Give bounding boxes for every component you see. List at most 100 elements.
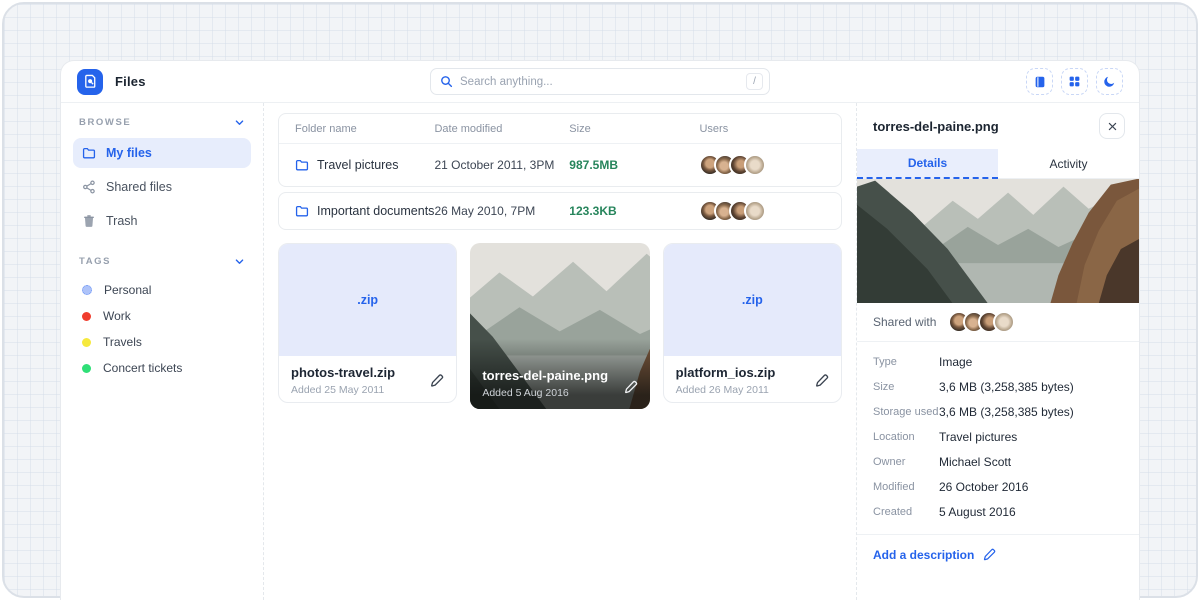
file-details-fields: Type Image Size 3,6 MB (3,258,385 bytes)… xyxy=(857,342,1139,535)
field-value: Travel pictures xyxy=(939,430,1017,444)
main-content: Folder name Date modified Size Users Tra… xyxy=(264,103,856,600)
file-size: 987.5MB xyxy=(569,158,699,172)
page-title: Files xyxy=(115,74,146,89)
edit-pencil-icon[interactable] xyxy=(814,373,829,388)
table-row[interactable]: Important documents 26 May 2010, 7PM 123… xyxy=(279,193,841,229)
shared-with-row: Shared with xyxy=(857,303,1139,342)
panel-tabs: Details Activity xyxy=(857,149,1139,179)
browse-section-header[interactable]: BROWSE xyxy=(73,117,251,128)
field-type: Type Image xyxy=(873,349,1123,374)
file-card-torres-del-paine[interactable]: torres-del-paine.png Added 5 Aug 2016 xyxy=(470,243,649,409)
tag-item-travels[interactable]: Travels xyxy=(73,329,251,355)
folder-table-row-box: Important documents 26 May 2010, 7PM 123… xyxy=(278,192,842,230)
edit-pencil-icon[interactable] xyxy=(429,373,444,388)
details-panel: torres-del-paine.png Details Activity xyxy=(856,103,1139,600)
topbar-actions xyxy=(1026,68,1123,95)
zip-preview-area: .zip xyxy=(279,244,456,356)
file-added-date: Added 25 May 2011 xyxy=(291,384,444,396)
field-label: Type xyxy=(873,356,939,368)
field-storage-used: Storage used 3,6 MB (3,258,385 bytes) xyxy=(873,399,1123,424)
browse-section-label: BROWSE xyxy=(79,117,131,128)
tag-dot-icon xyxy=(82,285,92,295)
tag-item-personal[interactable]: Personal xyxy=(73,277,251,303)
share-icon xyxy=(82,180,96,194)
app-window: Files / xyxy=(60,60,1140,600)
file-cards: .zip photos-travel.zip Added 25 May 2011 xyxy=(278,243,842,409)
field-label: Storage used xyxy=(873,406,939,418)
grid-view-button[interactable] xyxy=(1061,68,1088,95)
file-card-platform-ios[interactable]: .zip platform_ios.zip Added 26 May 2011 xyxy=(663,243,842,403)
field-label: Modified xyxy=(873,481,939,493)
tags-section: TAGS Personal Work Travels Concert ticke… xyxy=(73,256,251,381)
dark-mode-button[interactable] xyxy=(1096,68,1123,95)
chevron-down-icon[interactable] xyxy=(234,256,245,267)
tag-item-concert-tickets[interactable]: Concert tickets xyxy=(73,355,251,381)
sidebar-item-shared-files[interactable]: Shared files xyxy=(73,172,251,202)
tag-item-work[interactable]: Work xyxy=(73,303,251,329)
shared-with-label: Shared with xyxy=(873,315,936,329)
edit-pencil-icon[interactable] xyxy=(623,380,638,395)
column-folder-name: Folder name xyxy=(295,123,434,135)
add-description-label: Add a description xyxy=(873,548,974,562)
field-label: Created xyxy=(873,506,939,518)
chevron-down-icon[interactable] xyxy=(234,117,245,128)
topbar: Files / xyxy=(61,61,1139,103)
tag-dot-icon xyxy=(82,364,91,373)
file-card-photos-travel[interactable]: .zip photos-travel.zip Added 25 May 2011 xyxy=(278,243,457,403)
add-description-button[interactable]: Add a description xyxy=(857,535,1139,575)
field-value: 3,6 MB (3,258,385 bytes) xyxy=(939,405,1074,419)
moon-icon xyxy=(1103,75,1116,88)
field-created: Created 5 August 2016 xyxy=(873,499,1123,524)
field-label: Location xyxy=(873,431,939,443)
search-bar[interactable]: / xyxy=(430,68,770,95)
card-footer: torres-del-paine.png Added 5 Aug 2016 xyxy=(482,368,608,399)
field-value: Image xyxy=(939,355,972,369)
field-value: 5 August 2016 xyxy=(939,505,1016,519)
edit-pencil-icon xyxy=(982,548,996,562)
zip-preview-area: .zip xyxy=(664,244,841,356)
field-label: Owner xyxy=(873,456,939,468)
zip-badge: .zip xyxy=(742,293,763,307)
panel-header: torres-del-paine.png xyxy=(857,103,1139,149)
field-value: 26 October 2016 xyxy=(939,480,1028,494)
folder-table: Folder name Date modified Size Users Tra… xyxy=(278,113,842,187)
folder-name: Important documents xyxy=(317,204,434,218)
library-button[interactable] xyxy=(1026,68,1053,95)
date-modified: 26 May 2010, 7PM xyxy=(434,204,569,218)
tags-section-header[interactable]: TAGS xyxy=(73,256,251,267)
file-name: photos-travel.zip xyxy=(291,365,444,380)
sidebar-item-trash[interactable]: Trash xyxy=(73,206,251,236)
search-input[interactable] xyxy=(460,76,746,88)
file-added-date: Added 5 Aug 2016 xyxy=(482,387,608,399)
column-date-modified: Date modified xyxy=(434,123,569,135)
tab-details[interactable]: Details xyxy=(857,149,998,179)
tag-label: Personal xyxy=(104,283,151,297)
column-users: Users xyxy=(699,123,825,135)
tags-section-label: TAGS xyxy=(79,256,111,267)
tag-label: Work xyxy=(103,309,131,323)
field-value: Michael Scott xyxy=(939,455,1011,469)
folder-name: Travel pictures xyxy=(317,158,399,172)
sidebar-item-label: My files xyxy=(106,146,152,160)
file-size: 123.3KB xyxy=(569,204,699,218)
users-avatars xyxy=(699,154,825,176)
sidebar-item-my-files[interactable]: My files xyxy=(73,138,251,168)
field-size: Size 3,6 MB (3,258,385 bytes) xyxy=(873,374,1123,399)
file-name: platform_ios.zip xyxy=(676,365,829,380)
search-icon xyxy=(440,75,453,88)
sidebar: BROWSE My files Shared files Trash xyxy=(61,103,264,600)
file-added-date: Added 26 May 2011 xyxy=(676,384,829,396)
tab-activity[interactable]: Activity xyxy=(998,149,1139,179)
field-owner: Owner Michael Scott xyxy=(873,449,1123,474)
close-icon xyxy=(1107,121,1118,132)
search-shortcut-badge: / xyxy=(746,73,763,90)
folder-icon xyxy=(295,158,309,172)
shared-avatars xyxy=(948,311,1015,333)
sidebar-item-label: Shared files xyxy=(106,180,172,194)
trash-icon xyxy=(82,214,96,228)
tag-dot-icon xyxy=(82,312,91,321)
table-row[interactable]: Travel pictures 21 October 2011, 3PM 987… xyxy=(279,144,841,186)
close-button[interactable] xyxy=(1099,113,1125,139)
column-size: Size xyxy=(569,123,699,135)
field-location: Location Travel pictures xyxy=(873,424,1123,449)
